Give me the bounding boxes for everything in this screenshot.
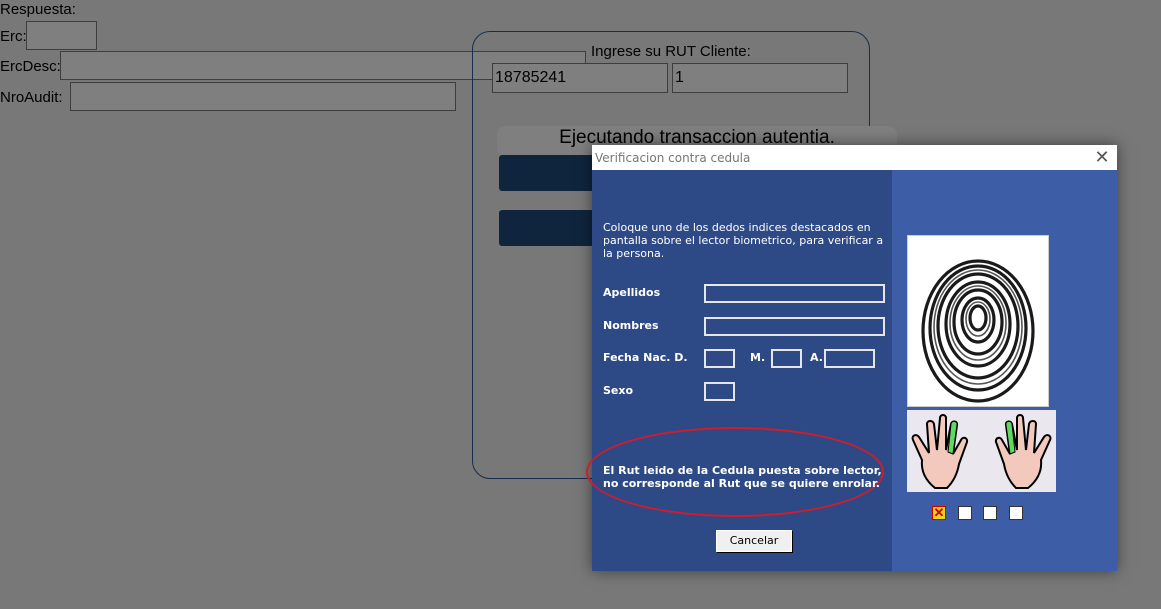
apellidos-field[interactable]	[704, 284, 885, 303]
fingerprint-image	[907, 235, 1049, 407]
month-label: M.	[750, 351, 766, 364]
close-icon[interactable]: ✕	[1090, 147, 1114, 167]
finger-attempt-3-checkbox[interactable]	[983, 506, 997, 520]
birth-month-field[interactable]	[771, 349, 802, 368]
verification-form: Coloque uno de los dedos indices destaca…	[586, 170, 892, 571]
birth-day-field[interactable]	[704, 349, 735, 368]
nombres-label: Nombres	[603, 319, 659, 332]
finger-attempt-4-checkbox[interactable]	[1009, 506, 1023, 520]
dialog-title: Verificacion contra cedula	[595, 151, 751, 165]
instructions-text: Coloque uno de los dedos indices destaca…	[603, 221, 884, 260]
cancel-button[interactable]: Cancelar	[716, 530, 792, 552]
birth-year-field[interactable]	[824, 349, 875, 368]
verification-dialog: Verificacion contra cedula ✕ Coloque uno…	[586, 145, 1117, 571]
apellidos-label: Apellidos	[603, 286, 661, 299]
dialog-titlebar: Verificacion contra cedula ✕	[592, 145, 1117, 170]
nombres-field[interactable]	[704, 317, 885, 336]
biometric-panel: ✕	[892, 170, 1117, 571]
year-label: A.	[810, 351, 823, 364]
finger-attempt-1-checkbox[interactable]: ✕	[932, 506, 946, 520]
fecha-nac-label: Fecha Nac. D.	[603, 351, 688, 364]
sexo-field[interactable]	[704, 382, 735, 401]
finger-attempt-2-checkbox[interactable]	[958, 506, 972, 520]
hands-diagram	[907, 410, 1056, 492]
sexo-label: Sexo	[603, 384, 634, 397]
error-message: El Rut leido de la Cedula puesta sobre l…	[603, 464, 882, 490]
